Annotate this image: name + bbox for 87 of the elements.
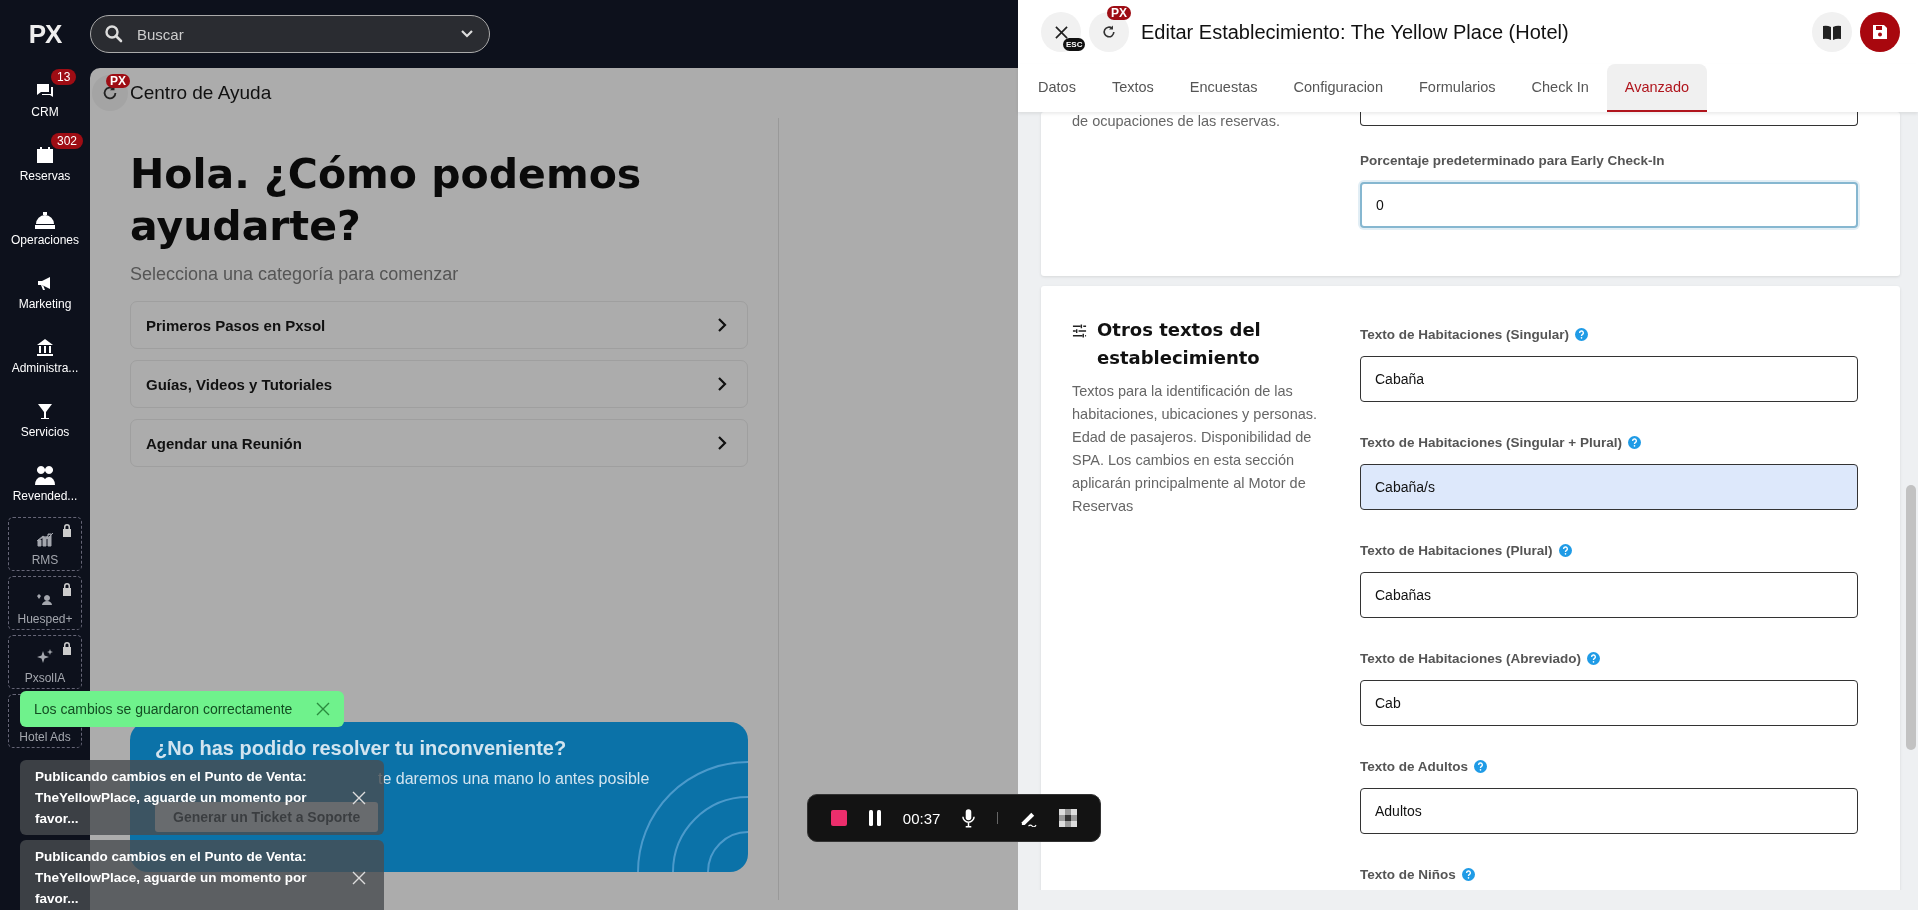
close-icon[interactable] <box>316 702 330 716</box>
chevron-right-icon <box>717 436 727 450</box>
lock-icon <box>61 641 73 655</box>
save-button[interactable] <box>1860 12 1900 52</box>
field-label: Texto de Habitaciones (Singular) <box>1360 326 1570 342</box>
book-icon <box>1822 24 1842 40</box>
field-label: Porcentaje predeterminado para Early Check-In <box>1360 152 1665 168</box>
help-icon[interactable] <box>1627 435 1641 449</box>
shortcut-badge: ESC <box>1063 38 1086 51</box>
sidebar-item[interactable]: RMS <box>8 517 82 571</box>
tab[interactable]: Avanzado <box>1606 64 1708 112</box>
field-label: Texto de Niños <box>1360 866 1456 882</box>
px-badge: PX <box>106 74 130 88</box>
tab[interactable]: Check In <box>1513 64 1607 112</box>
help-heading: Hola. ¿Cómo podemos ayudarte? <box>130 149 643 252</box>
tab[interactable]: Encuestas <box>1171 64 1276 112</box>
nav-icon <box>35 401 55 421</box>
checker-icon[interactable] <box>1059 809 1078 827</box>
tab[interactable]: Textos <box>1093 64 1172 112</box>
sidebar-item[interactable]: Servicios <box>0 388 90 452</box>
field-label: Texto de Adultos <box>1360 758 1468 774</box>
support-title: ¿No has podido resolver tu inconveniente? <box>155 737 568 760</box>
recording-timer: 00:37 <box>902 809 941 827</box>
category-item[interactable]: Guías, Videos y Tutoriales <box>130 360 748 408</box>
refresh-icon <box>1101 24 1117 40</box>
support-text: te daremos una mano lo antes posible <box>378 770 651 788</box>
page-title: Centro de Ayuda <box>130 82 272 104</box>
nav-icon <box>35 209 55 229</box>
input-field[interactable]: Cab <box>1360 680 1858 726</box>
search-field[interactable]: Buscar <box>90 15 490 53</box>
help-icon[interactable] <box>1461 867 1475 881</box>
help-icon[interactable] <box>1558 543 1572 557</box>
category-item[interactable]: Agendar una Reunión <box>130 419 748 467</box>
stop-button[interactable] <box>830 810 847 826</box>
sliders-icon <box>1072 324 1087 338</box>
field-label: Texto de Habitaciones (Plural) <box>1360 542 1553 558</box>
tab[interactable]: Configuracion <box>1275 64 1401 112</box>
input-field[interactable]: Adultos <box>1360 788 1858 834</box>
scrollbar-thumb[interactable] <box>1906 485 1916 750</box>
input-field[interactable]: Cabaña/s <box>1360 464 1858 510</box>
section-description: Textos para la identificación de las habitaciones, ubicaciones y personas. Edad de pasajeros. Disponibilidad de SPA. Los cambios en esta sección aplicarán principalmente al Motor de Reservas <box>1072 382 1319 516</box>
chevron-down-icon <box>460 29 474 39</box>
chevron-right-icon <box>717 377 727 391</box>
tab[interactable]: Datos <box>1020 64 1094 112</box>
lock-icon <box>61 523 73 537</box>
count-badge: 13 <box>51 69 77 85</box>
refresh-icon <box>101 84 119 102</box>
save-icon <box>1872 24 1888 40</box>
sidebar-item[interactable]: Administra... <box>0 324 90 388</box>
input-field[interactable] <box>1360 112 1858 126</box>
sidebar-item[interactable]: Revended... <box>0 452 90 516</box>
sidebar-item[interactable]: Operaciones <box>0 196 90 260</box>
help-subtitle: Selecciona una categoría para comenzar <box>130 264 460 285</box>
input-field[interactable]: Cabaña <box>1360 356 1858 402</box>
nav-icon <box>35 337 55 357</box>
pause-icon[interactable] <box>868 810 881 826</box>
px-badge: PX <box>1107 6 1131 20</box>
panel-title: Editar Establecimiento: The Yellow Place (Hotel) <box>1141 20 1569 44</box>
close-icon <box>1054 25 1068 39</box>
section-title: Otros textos del establecimiento <box>1097 318 1262 370</box>
nav-icon <box>35 145 55 165</box>
sidebar-item[interactable]: 13 CRM <box>0 68 90 132</box>
help-icon[interactable] <box>1474 759 1487 773</box>
lock-icon <box>61 582 73 596</box>
toast-notification: Publicando cambios en el Punto de Venta: TheYellowPlace, aguarde un momento por favor... <box>20 840 384 910</box>
help-icon[interactable] <box>1587 651 1601 665</box>
toast-notification: Los cambios se guardaron correctamente <box>20 691 344 727</box>
nav-icon <box>35 465 55 485</box>
sidebar-item[interactable]: PxsolIA <box>8 635 82 689</box>
manual-button[interactable] <box>1812 12 1852 52</box>
sidebar-item[interactable]: Marketing <box>0 260 90 324</box>
search-icon <box>104 24 124 44</box>
input-field[interactable]: Cabañas <box>1360 572 1858 618</box>
category-item[interactable]: Primeros Pasos en Pxsol <box>130 301 748 349</box>
field-label: Texto de Habitaciones (Singular + Plural) <box>1360 434 1622 450</box>
help-icon[interactable] <box>1575 327 1589 341</box>
close-button[interactable] <box>1041 12 1081 52</box>
field-label: Texto de Habitaciones (Abreviado) <box>1360 650 1582 666</box>
sidebar-item[interactable]: 302 Reservas <box>0 132 90 196</box>
section-description: de ocupaciones de las reservas. <box>1072 112 1281 131</box>
microphone-icon[interactable] <box>962 808 976 828</box>
tab[interactable]: Formularios <box>1401 64 1514 112</box>
chevron-right-icon <box>717 318 727 332</box>
logo[interactable]: PX <box>28 0 62 68</box>
count-badge: 302 <box>51 133 84 149</box>
sidebar-item[interactable]: Huesped+ <box>8 576 82 630</box>
input-field[interactable]: 0 <box>1360 182 1858 228</box>
